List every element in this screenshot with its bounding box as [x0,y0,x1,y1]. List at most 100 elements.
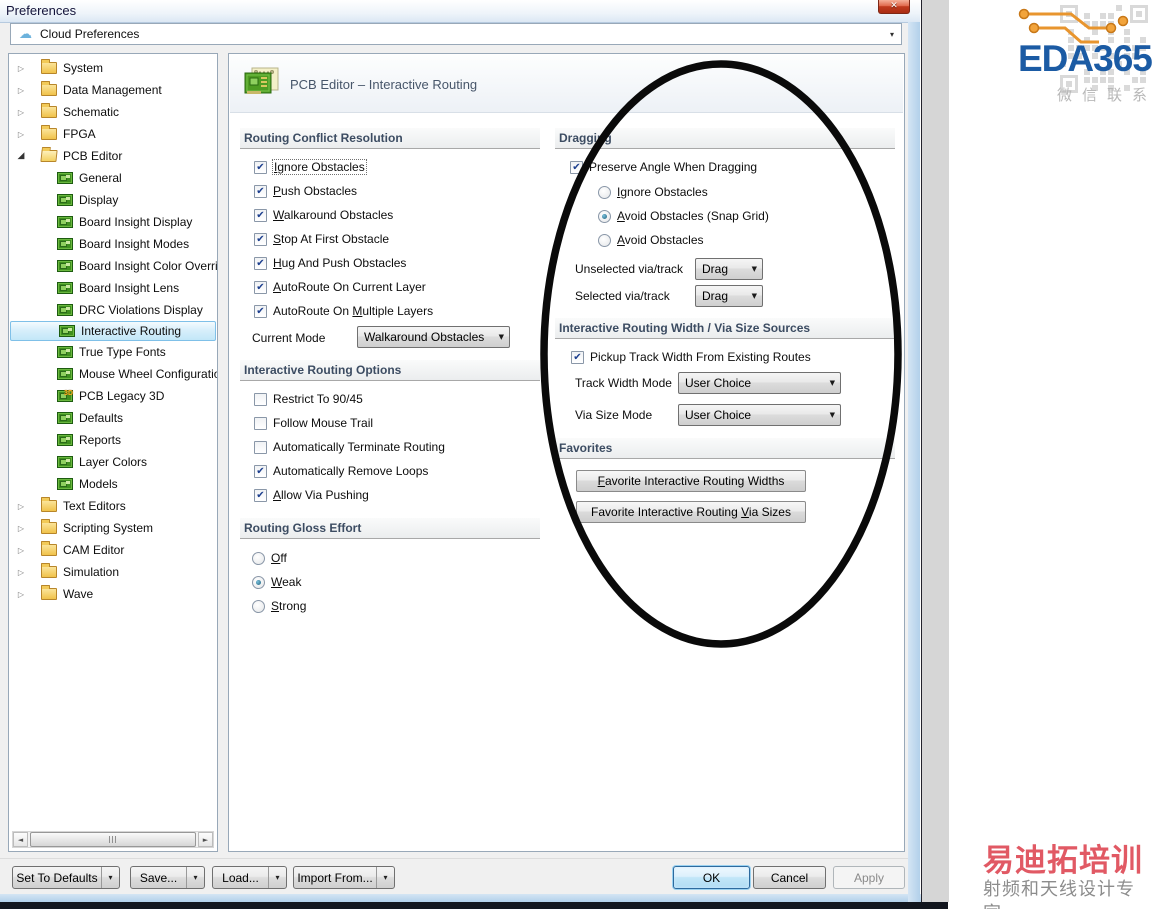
radio-selected-icon[interactable] [252,575,265,589]
button-favorite-interactive-routing-widths[interactable]: Favorite Interactive Routing Widths [576,470,806,492]
dropdown-arrow-icon[interactable]: ▾ [268,867,286,888]
checkbox-checked-icon[interactable]: ✔ [254,280,267,294]
expand-arrow-icon[interactable]: ▷ [15,590,27,599]
checkbox-row-pickup-track-width-from-existing-routes[interactable]: ✔ Pickup Track Width From Existing Routes [571,348,811,366]
tree-item-data-management[interactable]: ▷ Data Management [9,79,217,101]
button-import-from[interactable]: Import From... ▾ [293,866,395,889]
radio-unselected-icon[interactable] [598,233,611,247]
dropdown-arrow-icon[interactable]: ▾ [376,867,394,888]
expand-arrow-icon[interactable]: ▷ [15,502,27,511]
checkbox-row-autoroute-on-current-layer[interactable]: ✔ AutoRoute On Current Layer [254,278,426,296]
horizontal-scrollbar[interactable]: ◄ ► [12,831,214,848]
tree-item-defaults[interactable]: Defaults [9,407,217,429]
checkbox-checked-icon[interactable]: ✔ [254,184,267,198]
checkbox-row-follow-mouse-trail[interactable]: Follow Mouse Trail [254,414,373,432]
button-load[interactable]: Load... ▾ [212,866,287,889]
combo-selected-via-track[interactable]: Drag ▼ [695,285,763,307]
tree-item-mouse-wheel-configuration[interactable]: Mouse Wheel Configuration [9,363,217,385]
checkbox-row-preserve-angle-when-dragging[interactable]: ✔ Preserve Angle When Dragging [570,158,757,176]
tree-item-cam-editor[interactable]: ▷ CAM Editor [9,539,217,561]
tree-item-interactive-routing[interactable]: Interactive Routing [10,321,216,341]
radio-row-avoid-obstacles-snap-grid[interactable]: Avoid Obstacles (Snap Grid) [598,207,769,225]
tree-item-models[interactable]: Models [9,473,217,495]
checkbox-checked-icon[interactable]: ✔ [254,208,267,222]
apply-button[interactable]: Apply [833,866,905,889]
expand-arrow-icon[interactable]: ▷ [15,86,27,95]
expand-arrow-icon[interactable]: ▷ [15,524,27,533]
button-favorite-interactive-routing-via-sizes[interactable]: Favorite Interactive Routing Via Sizes [576,501,806,523]
checkbox-unchecked-icon[interactable] [254,392,267,406]
tree-item-board-insight-lens[interactable]: Board Insight Lens [9,277,217,299]
button-save[interactable]: Save... ▾ [130,866,205,889]
radio-selected-icon[interactable] [598,209,611,223]
expand-arrow-icon[interactable]: ▷ [15,568,27,577]
checkbox-row-restrict-to-90-45[interactable]: Restrict To 90/45 [254,390,363,408]
tree-item-text-editors[interactable]: ▷ Text Editors [9,495,217,517]
checkbox-row-stop-at-first-obstacle[interactable]: ✔ Stop At First Obstacle [254,230,389,248]
tree-item-board-insight-color-override[interactable]: Board Insight Color Override [9,255,217,277]
checkbox-checked-icon[interactable]: ✔ [254,488,267,502]
current-mode-combo[interactable]: Walkaround Obstacles ▼ [357,326,510,348]
scroll-left-icon[interactable]: ◄ [13,832,28,847]
radio-row-off[interactable]: Off [252,549,287,567]
checkbox-row-autoroute-on-multiple-layers[interactable]: ✔ AutoRoute On Multiple Layers [254,302,433,320]
checkbox-unchecked-icon[interactable] [254,416,267,430]
tree-item-label: Schematic [63,105,120,119]
checkbox-row-push-obstacles[interactable]: ✔ Push Obstacles [254,182,357,200]
cloud-preferences-dropdown[interactable]: ☁ Cloud Preferences ▾ [10,23,902,45]
tree-item-board-insight-modes[interactable]: Board Insight Modes [9,233,217,255]
tree-item-scripting-system[interactable]: ▷ Scripting System [9,517,217,539]
tree-item-simulation[interactable]: ▷ Simulation [9,561,217,583]
tree-item-general[interactable]: General [9,167,217,189]
radio-row-weak[interactable]: Weak [252,573,301,591]
expand-arrow-icon[interactable]: ▷ [15,546,27,555]
tree-item-board-insight-display[interactable]: Board Insight Display [9,211,217,233]
collapse-arrow-icon[interactable]: ◢ [15,151,27,161]
radio-row-strong[interactable]: Strong [252,597,306,615]
checkbox-row-automatically-terminate-routing[interactable]: Automatically Terminate Routing [254,438,445,456]
tree-item-pcb-editor[interactable]: ◢ PCB Editor [9,145,217,167]
tree-item-layer-colors[interactable]: Layer Colors [9,451,217,473]
combo-track-width-mode[interactable]: User Choice ▼ [678,372,841,394]
expand-arrow-icon[interactable]: ▷ [15,64,27,73]
radio-unselected-icon[interactable] [598,185,611,199]
tree-item-system[interactable]: ▷ System [9,57,217,79]
button-set-to-defaults[interactable]: Set To Defaults ▾ [12,866,120,889]
combo-unselected-via-track[interactable]: Drag ▼ [695,258,763,280]
checkbox-row-hug-and-push-obstacles[interactable]: ✔ Hug And Push Obstacles [254,254,406,272]
combo-via-size-mode[interactable]: User Choice ▼ [678,404,841,426]
expand-arrow-icon[interactable]: ▷ [15,108,27,117]
tree-item-drc-violations-display[interactable]: DRC Violations Display [9,299,217,321]
checkbox-row-allow-via-pushing[interactable]: ✔ Allow Via Pushing [254,486,369,504]
radio-unselected-icon[interactable] [252,599,265,613]
scrollbar-thumb[interactable] [30,832,196,847]
checkbox-checked-icon[interactable]: ✔ [254,464,267,478]
dropdown-arrow-icon[interactable]: ▾ [101,867,119,888]
ok-button[interactable]: OK [673,866,750,889]
tree-item-wave[interactable]: ▷ Wave [9,583,217,605]
checkbox-checked-icon[interactable]: ✔ [254,160,267,174]
checkbox-row-walkaround-obstacles[interactable]: ✔ Walkaround Obstacles [254,206,393,224]
tree-item-display[interactable]: Display [9,189,217,211]
expand-arrow-icon[interactable]: ▷ [15,130,27,139]
checkbox-row-automatically-remove-loops[interactable]: ✔ Automatically Remove Loops [254,462,428,480]
tree-item-reports[interactable]: Reports [9,429,217,451]
radio-row-avoid-obstacles[interactable]: Avoid Obstacles [598,231,704,249]
checkbox-checked-icon[interactable]: ✔ [254,232,267,246]
checkbox-checked-icon[interactable]: ✔ [254,256,267,270]
checkbox-checked-icon[interactable]: ✔ [571,350,584,364]
tree-item-schematic[interactable]: ▷ Schematic [9,101,217,123]
checkbox-unchecked-icon[interactable] [254,440,267,454]
tree-item-fpga[interactable]: ▷ FPGA [9,123,217,145]
dropdown-arrow-icon[interactable]: ▾ [186,867,204,888]
tree-item-pcb-legacy-3d[interactable]: PCB Legacy 3D [9,385,217,407]
checkbox-row-ignore-obstacles[interactable]: ✔ Ignore Obstacles [254,158,367,176]
cancel-button[interactable]: Cancel [753,866,826,889]
radio-row-ignore-obstacles[interactable]: Ignore Obstacles [598,183,708,201]
checkbox-checked-icon[interactable]: ✔ [570,160,583,174]
close-button[interactable]: ✕ [878,0,910,14]
tree-item-true-type-fonts[interactable]: True Type Fonts [9,341,217,363]
scroll-right-icon[interactable]: ► [198,832,213,847]
checkbox-checked-icon[interactable]: ✔ [254,304,267,318]
radio-unselected-icon[interactable] [252,551,265,565]
